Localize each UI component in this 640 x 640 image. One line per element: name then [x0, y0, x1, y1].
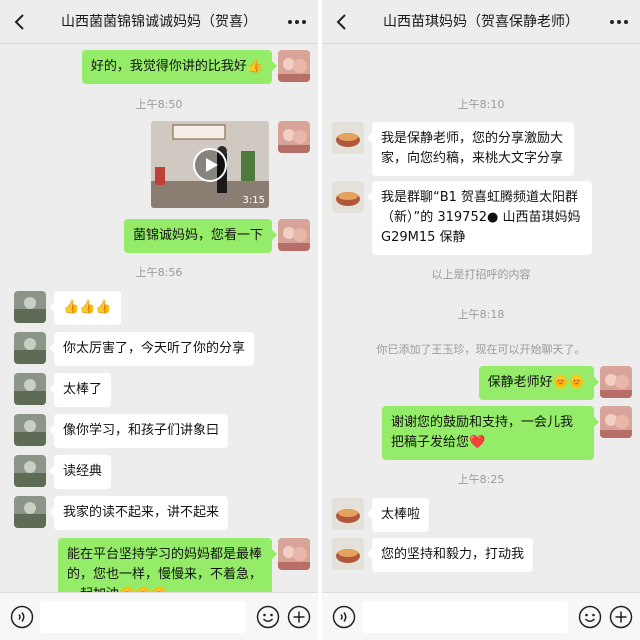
- avatar[interactable]: [14, 414, 46, 446]
- timestamp: 上午8:56: [135, 266, 183, 279]
- more-icon[interactable]: [608, 12, 630, 32]
- message-list[interactable]: 上午8:10 我是保静老师，您的分享激励大家，向您约稿，来桃大文字分享 我是群聊…: [322, 44, 640, 592]
- avatar-image: [14, 373, 46, 405]
- message-bubble[interactable]: 好的，我觉得你讲的比我好👍: [81, 50, 278, 84]
- avatar[interactable]: [332, 498, 364, 530]
- avatar-image: [14, 496, 46, 528]
- message-bubble[interactable]: 菌锦诚妈妈，您看一下: [123, 219, 278, 253]
- voice-icon[interactable]: [332, 605, 356, 629]
- message-bubble[interactable]: 我家的读不起来，讲不起来: [48, 496, 229, 530]
- avatar[interactable]: [332, 122, 364, 154]
- avatar[interactable]: [14, 332, 46, 364]
- plus-icon[interactable]: [287, 605, 311, 629]
- chat-title: 山西苗琪妈妈（贺喜保静老师）: [383, 14, 579, 30]
- avatar-image: [278, 121, 310, 153]
- message-bubble[interactable]: 太棒啦: [366, 498, 430, 532]
- message-input[interactable]: [362, 601, 568, 633]
- message-list[interactable]: 好的，我觉得你讲的比我好👍 上午8:50 3:15 菌锦诚妈妈，您看一下 上午8…: [0, 44, 318, 592]
- back-arrow-icon[interactable]: [332, 12, 352, 32]
- timestamp: 上午8:10: [457, 98, 505, 111]
- chat-header: 山西苗琪妈妈（贺喜保静老师）: [322, 0, 640, 44]
- input-bar: [322, 592, 640, 640]
- play-icon[interactable]: [192, 147, 228, 183]
- input-bar: [0, 592, 318, 640]
- message-bubble[interactable]: 太棒了: [48, 373, 112, 407]
- avatar[interactable]: [332, 181, 364, 213]
- avatar-image: [278, 50, 310, 82]
- message-bubble[interactable]: 能在平台坚持学习的妈妈都是最棒的，您也一样，慢慢来，不着急，一起加油🌼🌼🌼: [58, 538, 277, 592]
- avatar[interactable]: [332, 538, 364, 570]
- emoji-icon[interactable]: [578, 605, 602, 629]
- emoji-icon[interactable]: [256, 605, 280, 629]
- avatar[interactable]: [14, 291, 46, 323]
- message-bubble[interactable]: 像你学习，和孩子们讲象曰: [48, 414, 229, 448]
- avatar[interactable]: [278, 538, 310, 570]
- message-bubble[interactable]: 👍👍👍: [49, 291, 121, 325]
- avatar[interactable]: [14, 455, 46, 487]
- avatar-image: [332, 498, 364, 530]
- chat-header: 山西菌菌锦锦诚诚妈妈（贺喜）: [0, 0, 318, 44]
- avatar[interactable]: [278, 219, 310, 251]
- plus-icon[interactable]: [609, 605, 633, 629]
- system-notice: 你已添加了王玉珍，现在可以开始聊天了。: [376, 343, 586, 356]
- back-arrow-icon[interactable]: [10, 12, 30, 32]
- avatar[interactable]: [278, 50, 310, 82]
- avatar-image: [332, 538, 364, 570]
- message-bubble[interactable]: 读经典: [48, 455, 112, 489]
- message-bubble[interactable]: 您的坚持和毅力，打动我: [366, 538, 534, 572]
- avatar-image: [14, 455, 46, 487]
- avatar[interactable]: [14, 373, 46, 405]
- more-icon[interactable]: [286, 12, 308, 32]
- left-chat-screen: 山西菌菌锦锦诚诚妈妈（贺喜） 好的，我觉得你讲的比我好👍 上午8:50 3:15…: [0, 0, 318, 640]
- avatar-image: [600, 366, 632, 398]
- right-chat-screen: 山西苗琪妈妈（贺喜保静老师） 上午8:10 我是保静老师，您的分享激励大家，向您…: [322, 0, 640, 640]
- avatar-image: [332, 122, 364, 154]
- message-bubble[interactable]: 我是群聊“B1 贺喜虹腾频道太阳群（新）”的 319752● 山西苗琪妈妈 G2…: [367, 181, 592, 255]
- voice-icon[interactable]: [10, 605, 34, 629]
- avatar-image: [278, 538, 310, 570]
- avatar-image: [14, 414, 46, 446]
- timestamp: 上午8:25: [457, 473, 505, 486]
- video-message[interactable]: 3:15: [151, 121, 269, 208]
- system-notice: 以上是打招呼的内容: [431, 268, 531, 281]
- avatar-image: [600, 406, 632, 438]
- message-bubble[interactable]: 谢谢您的鼓励和支持，一会儿我把稿子发给您❤️: [382, 406, 599, 460]
- avatar-image: [14, 332, 46, 364]
- timestamp: 上午8:18: [457, 308, 505, 321]
- avatar[interactable]: [600, 366, 632, 398]
- avatar-image: [278, 219, 310, 251]
- avatar-image: [14, 291, 46, 323]
- avatar[interactable]: [600, 406, 632, 438]
- video-duration: 3:15: [242, 195, 265, 206]
- message-bubble[interactable]: 我是保静老师，您的分享激励大家，向您约稿，来桃大文字分享: [367, 122, 574, 176]
- avatar[interactable]: [14, 496, 46, 528]
- timestamp: 上午8:50: [135, 98, 183, 111]
- avatar-image: [332, 181, 364, 213]
- avatar[interactable]: [278, 121, 310, 153]
- message-bubble[interactable]: 保静老师好🌞🌞: [478, 366, 600, 400]
- chat-title: 山西菌菌锦锦诚诚妈妈（贺喜）: [61, 14, 257, 30]
- message-bubble[interactable]: 你太厉害了，今天听了你的分享: [48, 332, 255, 366]
- message-input[interactable]: [40, 601, 246, 633]
